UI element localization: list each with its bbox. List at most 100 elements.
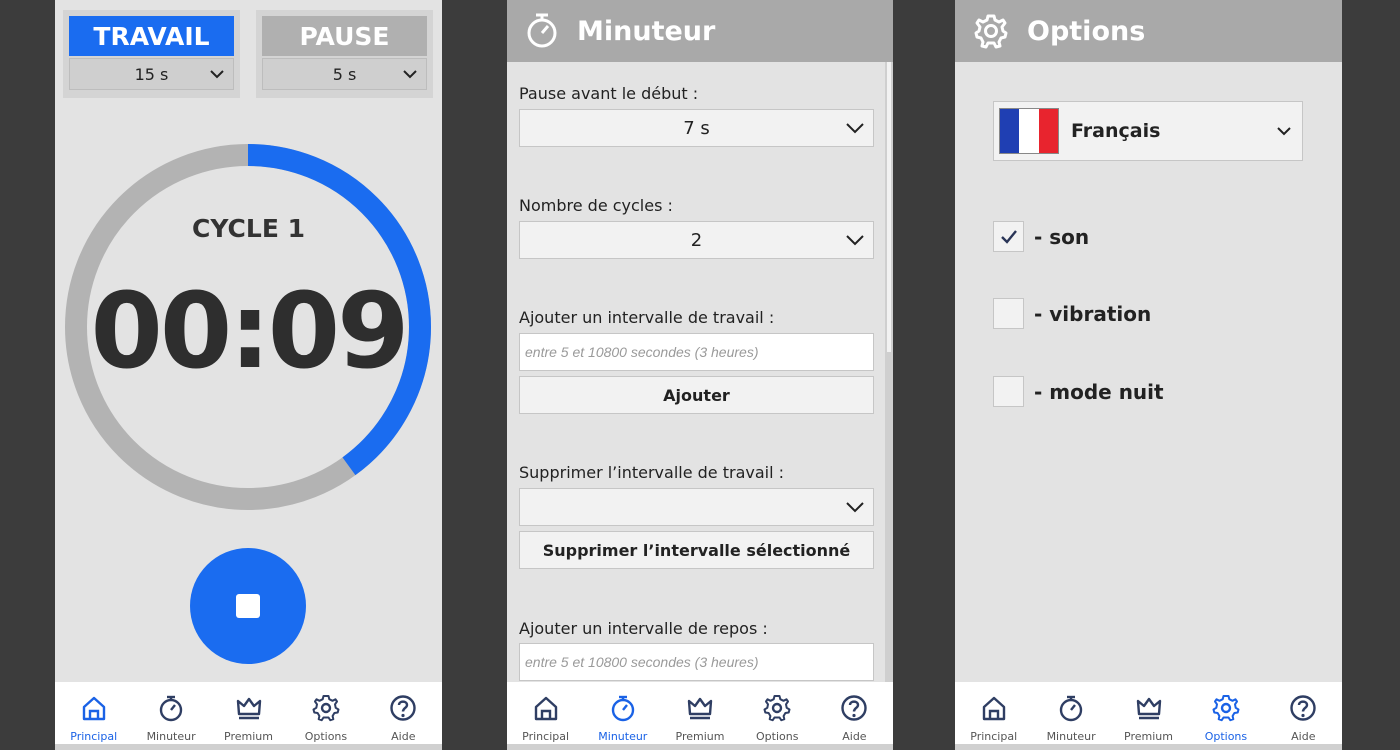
- help-icon: [841, 695, 868, 721]
- stopwatch-icon: [159, 695, 183, 722]
- nav-label: Options: [755, 730, 799, 743]
- chevron-down-icon: [210, 70, 224, 79]
- add-rest-label: Ajouter un intervalle de repos :: [519, 619, 768, 638]
- help-icon: [1290, 695, 1317, 721]
- crown-icon: [1136, 697, 1161, 720]
- nav-bottom-bar: [55, 744, 442, 750]
- crown-icon: [236, 697, 261, 720]
- option-night-mode[interactable]: - mode nuit: [993, 376, 1164, 407]
- pause-before-value: 7 s: [683, 117, 710, 139]
- timer-header: Minuteur: [507, 0, 893, 62]
- cycles-label: Nombre de cycles :: [519, 196, 673, 215]
- add-work-placeholder: entre 5 et 10800 secondes (3 heures): [525, 344, 759, 360]
- pause-duration-select[interactable]: 5 s: [262, 58, 427, 90]
- nav-bottom-bar: [507, 744, 893, 750]
- bottom-nav: Principal Minuteur Premium Options Aide: [55, 682, 442, 750]
- gear-icon: [974, 14, 1008, 49]
- option-vibration[interactable]: - vibration: [993, 298, 1151, 329]
- chevron-down-icon: [846, 235, 864, 246]
- countdown-time: 00:09: [90, 270, 409, 392]
- nav-label: Premium: [675, 730, 725, 743]
- nav-item-minuteur[interactable]: Minuteur: [1032, 682, 1109, 750]
- pause-mode-title[interactable]: PAUSE: [262, 16, 427, 56]
- work-mode-box: TRAVAIL 15 s: [63, 10, 240, 98]
- stop-button[interactable]: [190, 548, 306, 664]
- remove-work-select[interactable]: [519, 488, 874, 526]
- page-title: Options: [1027, 15, 1146, 47]
- nav-item-minuteur[interactable]: Minuteur: [132, 682, 209, 750]
- nav-label: Aide: [391, 730, 416, 743]
- gear-icon: [312, 695, 340, 722]
- options-header: Options: [955, 0, 1342, 62]
- nav-label: Options: [304, 730, 348, 743]
- chevron-down-icon: [846, 502, 864, 513]
- pause-duration-value: 5 s: [332, 64, 357, 84]
- home-icon: [534, 696, 557, 721]
- home-icon: [982, 696, 1005, 721]
- gear-icon: [1212, 695, 1240, 722]
- nav-item-aide[interactable]: Aide: [365, 682, 442, 750]
- sound-label: - son: [1034, 224, 1090, 249]
- scrollbar[interactable]: [885, 62, 893, 682]
- nav-item-premium[interactable]: Premium: [1110, 682, 1187, 750]
- nav-item-options[interactable]: Options: [287, 682, 364, 750]
- nav-label: Minuteur: [146, 730, 196, 743]
- nav-label: Principal: [522, 730, 570, 743]
- pause-before-label: Pause avant le début :: [519, 84, 699, 103]
- main-screen: TRAVAIL 15 s PAUSE 5 s CYCLE 1 00:09 Pri…: [55, 0, 442, 750]
- language-select[interactable]: Français: [993, 101, 1303, 161]
- crown-icon: [687, 697, 713, 720]
- add-work-label: Ajouter un intervalle de travail :: [519, 308, 775, 327]
- sound-checkbox[interactable]: [993, 221, 1024, 252]
- cycles-select[interactable]: 2: [519, 221, 874, 259]
- add-button[interactable]: Ajouter: [519, 376, 874, 414]
- language-name: Français: [1071, 120, 1161, 142]
- add-rest-input[interactable]: entre 5 et 10800 secondes (3 heures): [519, 643, 874, 681]
- pause-before-select[interactable]: 7 s: [519, 109, 874, 147]
- nav-label: Aide: [1291, 730, 1316, 743]
- nav-label: Premium: [1124, 730, 1173, 743]
- nav-item-aide[interactable]: Aide: [816, 682, 893, 750]
- vibration-checkbox[interactable]: [993, 298, 1024, 329]
- nav-item-premium[interactable]: Premium: [210, 682, 287, 750]
- stopwatch-icon: [1059, 695, 1083, 722]
- nav-item-minuteur[interactable]: Minuteur: [584, 682, 661, 750]
- add-work-input[interactable]: entre 5 et 10800 secondes (3 heures): [519, 333, 874, 371]
- nav-label: Principal: [970, 730, 1018, 743]
- nav-item-options[interactable]: Options: [1187, 682, 1264, 750]
- work-mode-title[interactable]: TRAVAIL: [69, 16, 234, 56]
- cycles-value: 2: [690, 229, 703, 251]
- stopwatch-icon: [527, 13, 557, 48]
- remove-selected-button[interactable]: Supprimer l’intervalle sélectionné: [519, 531, 874, 569]
- nav-item-principal[interactable]: Principal: [955, 682, 1032, 750]
- scrollbar-thumb[interactable]: [887, 62, 891, 352]
- remove-work-label: Supprimer l’intervalle de travail :: [519, 463, 785, 482]
- nav-item-premium[interactable]: Premium: [661, 682, 738, 750]
- bottom-nav: Principal Minuteur Premium Options Aide: [955, 682, 1342, 750]
- page-title: Minuteur: [577, 15, 716, 47]
- flag-stripe-red: [1038, 109, 1058, 153]
- france-flag-icon: [999, 108, 1059, 154]
- nav-item-principal[interactable]: Principal: [55, 682, 132, 750]
- flag-stripe-blue: [1000, 109, 1020, 153]
- bottom-nav: Principal Minuteur Premium Options Aide: [507, 682, 893, 750]
- nav-label: Premium: [224, 730, 273, 743]
- nav-item-principal[interactable]: Principal: [507, 682, 584, 750]
- gear-icon: [763, 695, 791, 722]
- option-sound[interactable]: - son: [993, 221, 1089, 252]
- nav-label: Minuteur: [1046, 730, 1096, 743]
- add-rest-placeholder: entre 5 et 10800 secondes (3 heures): [525, 654, 759, 670]
- nav-label: Options: [1204, 730, 1248, 743]
- nav-label: Minuteur: [598, 730, 648, 743]
- home-icon: [82, 696, 105, 721]
- night-mode-checkbox[interactable]: [993, 376, 1024, 407]
- chevron-down-icon: [403, 70, 417, 79]
- nav-item-options[interactable]: Options: [739, 682, 816, 750]
- options-screen: Options Français - son - vibration - mod…: [955, 0, 1342, 750]
- work-duration-select[interactable]: 15 s: [69, 58, 234, 90]
- chevron-down-icon: [846, 123, 864, 134]
- stop-icon: [236, 594, 260, 618]
- pause-mode-box: PAUSE 5 s: [256, 10, 433, 98]
- nav-item-aide[interactable]: Aide: [1265, 682, 1342, 750]
- night-mode-label: - mode nuit: [1034, 379, 1164, 404]
